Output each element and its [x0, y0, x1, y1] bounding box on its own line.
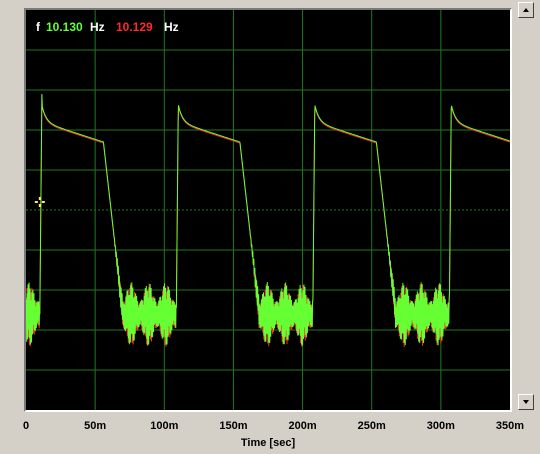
x-tick-label: 150m [219, 420, 248, 432]
x-tick-label: 50m [84, 420, 107, 432]
x-tick-label: 300m [426, 420, 455, 432]
channel1-frequency: 10.130 [46, 20, 83, 34]
scroll-down-button[interactable] [518, 394, 534, 410]
vertical-scrollbar[interactable] [516, 0, 536, 412]
x-tick-label: 100m [150, 420, 179, 432]
scroll-up-button[interactable] [518, 2, 534, 18]
waveform-plot[interactable] [26, 10, 510, 410]
oscilloscope-window: f 10.130 Hz 10.129 Hz 0 50m 100m 150m 200m 25… [0, 0, 540, 454]
x-tick-label: 200m [288, 420, 317, 432]
cursor-marker-icon[interactable] [34, 197, 45, 207]
scope-display[interactable]: f 10.130 Hz 10.129 Hz [24, 8, 512, 412]
grid [26, 10, 510, 410]
channel2-frequency: 10.129 [116, 20, 153, 34]
channel1-unit: Hz [90, 20, 105, 34]
x-tick-label: 0 [22, 420, 30, 432]
frequency-label: f [36, 20, 40, 34]
x-tick-label: 250m [357, 420, 386, 432]
series-1-trace [26, 93, 510, 346]
arrow-up-icon [523, 8, 529, 12]
x-tick-label: 350m [495, 420, 525, 432]
x-axis-label: Time [sec] [240, 437, 296, 449]
channel2-unit: Hz [164, 20, 179, 34]
arrow-down-icon [523, 400, 529, 404]
